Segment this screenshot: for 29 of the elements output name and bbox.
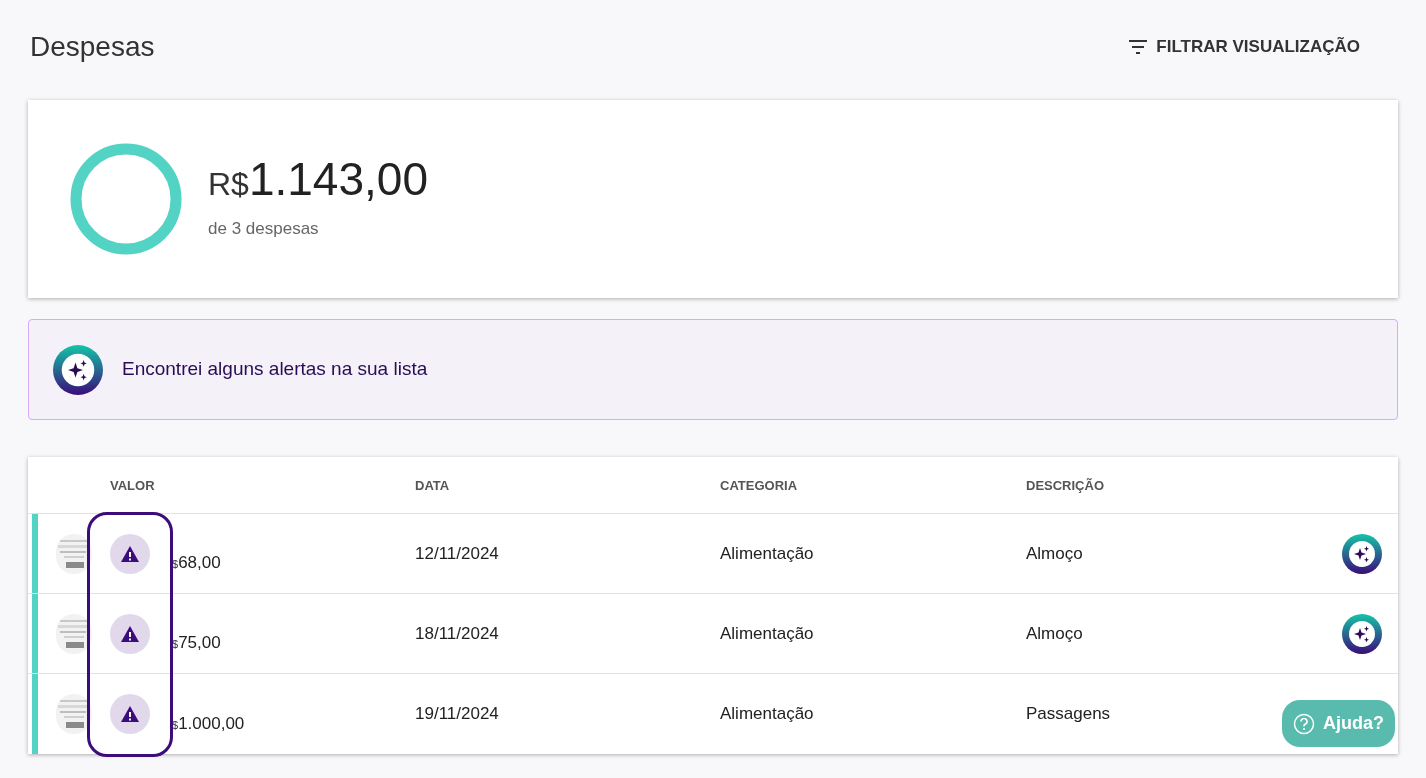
filter-button[interactable]: FILTRAR VISUALIZAÇÃO [1120, 30, 1368, 64]
column-header: DATA [415, 478, 450, 493]
sparkle-icon [53, 344, 103, 395]
ai-button[interactable] [1342, 533, 1382, 574]
table-cell: Almoço [1026, 543, 1083, 563]
filter-icon [1128, 39, 1149, 55]
table-cell-text: 68,00 [178, 552, 221, 575]
column-header: CATEGORIA [720, 478, 798, 493]
column-header: DESCRIÇÃO [1026, 478, 1104, 493]
table-cell-text: 75,00 [178, 632, 221, 655]
page-title: Despesas [30, 30, 155, 64]
ai-button[interactable] [1342, 613, 1382, 654]
column-header: VALOR [110, 478, 155, 493]
sparkle-icon [1342, 613, 1382, 654]
currency-symbol: R$ [208, 165, 249, 205]
table-cell-text: 1.000,00 [178, 712, 245, 735]
table-cell: Alimentação [720, 623, 814, 643]
table-cell: 19/11/2024 [415, 704, 499, 724]
table-cell: Almoço [1026, 623, 1083, 643]
table-cell: 12/11/2024 [415, 543, 499, 563]
alert-message: Encontrei alguns alertas na sua lista [122, 357, 428, 382]
expense-count: de 3 despesas [208, 218, 320, 241]
table-cell: Passagens [1026, 704, 1111, 724]
table-cell: Alimentação [720, 704, 814, 724]
sparkle-icon [1342, 533, 1382, 574]
table-cell: 18/11/2024 [415, 623, 499, 643]
help-icon [1293, 712, 1315, 735]
total-amount: 1.143,00 [248, 156, 428, 203]
table-cell: Alimentação [720, 543, 814, 563]
